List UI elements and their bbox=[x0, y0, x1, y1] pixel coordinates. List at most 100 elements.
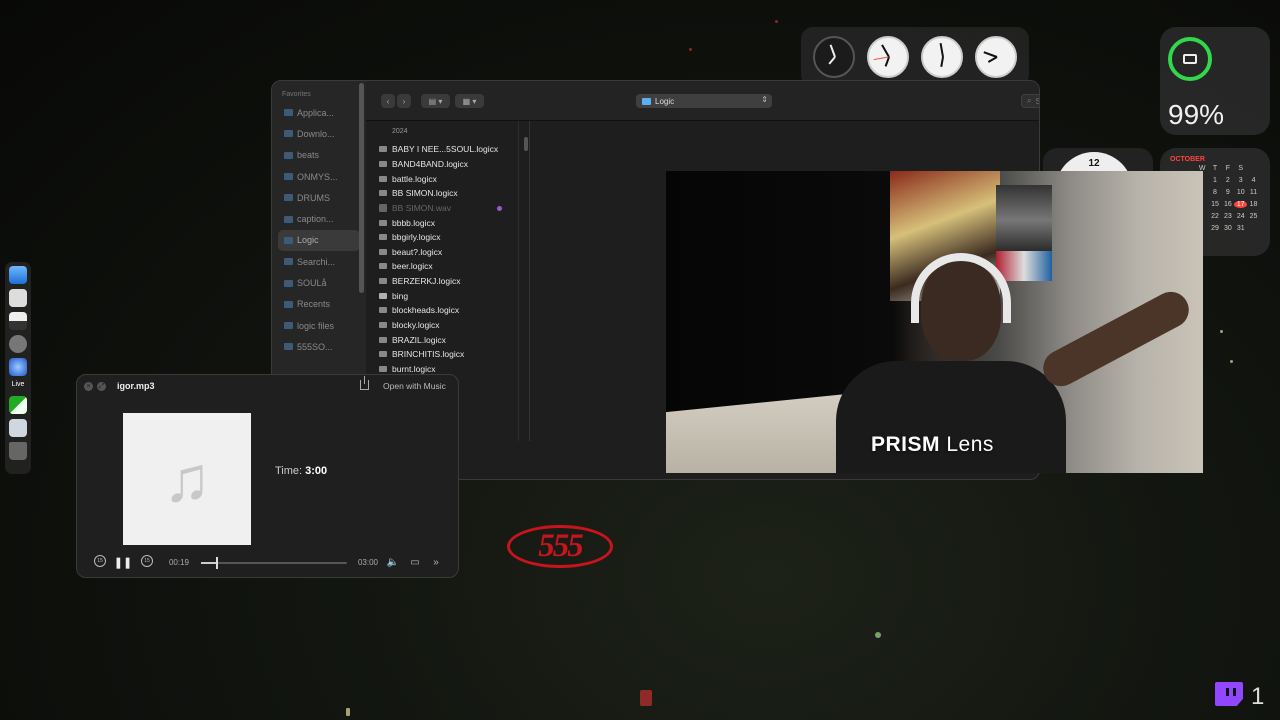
clock-face bbox=[975, 36, 1017, 78]
sidebar-item[interactable]: SOULå bbox=[278, 272, 360, 293]
folder-icon bbox=[284, 151, 293, 159]
file-row[interactable]: beer.logicx bbox=[366, 259, 529, 274]
sidebar-item[interactable]: Logic bbox=[278, 229, 360, 252]
calendar-day: 9 bbox=[1225, 189, 1230, 196]
finder-icon[interactable] bbox=[9, 266, 27, 284]
trash-icon[interactable] bbox=[9, 442, 27, 460]
calendar-day: 24 bbox=[1236, 213, 1245, 220]
audio-file-icon bbox=[379, 203, 387, 212]
pause-icon[interactable]: ❚❚ bbox=[114, 555, 132, 569]
skip-back-15-icon[interactable]: 15 bbox=[94, 555, 106, 567]
airplay-icon[interactable]: ▭ bbox=[408, 555, 422, 569]
view-mode-button[interactable]: ▤ ▾ bbox=[421, 94, 450, 108]
city-light bbox=[775, 20, 778, 23]
folder-icon bbox=[284, 173, 293, 181]
brand-logo-555: 555 bbox=[507, 525, 613, 568]
forward-button[interactable]: › bbox=[397, 94, 411, 108]
path-popup[interactable]: Logic ⇕ bbox=[636, 94, 772, 108]
calendar-month: OCTOBER bbox=[1170, 156, 1205, 163]
calendar-weekday: T bbox=[1212, 165, 1218, 172]
file-row[interactable]: bbgirly.logicx bbox=[366, 230, 529, 245]
folder-icon bbox=[284, 343, 293, 351]
back-button[interactable]: ‹ bbox=[381, 94, 395, 108]
battery-widget[interactable]: 99% bbox=[1160, 27, 1270, 135]
file-row[interactable]: beaut?.logicx bbox=[366, 244, 529, 259]
clock-face bbox=[867, 36, 909, 78]
scrubber[interactable] bbox=[201, 557, 347, 569]
file-row[interactable]: bbbb.logicx bbox=[366, 215, 529, 230]
file-row[interactable]: blocky.logicx bbox=[366, 318, 529, 333]
file-row[interactable]: BB SIMON.wav bbox=[366, 201, 529, 216]
close-icon[interactable]: × bbox=[84, 382, 93, 391]
file-row[interactable]: BERZERKJ.logicx bbox=[366, 274, 529, 289]
city-light bbox=[1230, 360, 1233, 363]
calendar-weekday bbox=[1247, 165, 1260, 172]
skip-forward-15-icon[interactable]: 15 bbox=[141, 555, 153, 567]
sidebar-item-label: Applica... bbox=[297, 107, 335, 118]
file-row[interactable]: bing bbox=[366, 288, 529, 303]
sidebar-item[interactable]: ONMYS... bbox=[278, 166, 360, 187]
scrubber-knob[interactable] bbox=[216, 557, 219, 569]
calendar-day: 8 bbox=[1213, 189, 1217, 196]
dock: Live bbox=[5, 262, 31, 474]
file-row[interactable]: BABY I NEE...5SOUL.logicx bbox=[366, 142, 529, 157]
browser-icon[interactable] bbox=[9, 358, 27, 376]
folder-icon bbox=[284, 194, 293, 202]
volume-icon[interactable]: 🔈 bbox=[386, 555, 400, 569]
sidebar-item[interactable]: Recents bbox=[278, 294, 360, 315]
sidebar-item-label: Searchi... bbox=[297, 256, 336, 267]
group-button[interactable]: ▦ ▾ bbox=[455, 94, 484, 108]
fullscreen-icon[interactable]: ⤢ bbox=[97, 382, 106, 391]
file-row[interactable]: blockheads.logicx bbox=[366, 303, 529, 318]
screenshot-icon[interactable] bbox=[9, 419, 27, 437]
sidebar-item[interactable]: Applica... bbox=[278, 102, 360, 123]
file-row[interactable]: BAND4BAND.logicx bbox=[366, 157, 529, 172]
world-clocks-widget[interactable] bbox=[801, 27, 1029, 87]
sidebar-item[interactable]: Downlo... bbox=[278, 123, 360, 144]
folder-icon bbox=[379, 292, 387, 299]
sidebar-scrollbar[interactable] bbox=[359, 83, 364, 293]
webcam-label: PRISM Lens bbox=[871, 433, 994, 457]
share-icon[interactable] bbox=[360, 376, 369, 390]
city-light bbox=[1220, 330, 1223, 333]
sidebar-item-label: Downlo... bbox=[297, 128, 335, 139]
more-chevron-icon[interactable]: » bbox=[429, 555, 443, 569]
file-name: bbbb.logicx bbox=[392, 217, 436, 228]
scrubber-fill bbox=[201, 562, 217, 564]
calendar-day: 18 bbox=[1249, 201, 1258, 208]
sidebar-item[interactable]: Searchi... bbox=[278, 251, 360, 272]
logic-project-icon bbox=[379, 322, 387, 328]
sidebar-item-label: ONMYS... bbox=[297, 171, 338, 182]
scroll-track bbox=[518, 121, 519, 441]
logic-project-icon bbox=[379, 175, 387, 182]
settings-icon[interactable] bbox=[9, 335, 27, 353]
live-label[interactable]: Live bbox=[12, 381, 25, 391]
file-row[interactable]: BRAZIL.logicx bbox=[366, 332, 529, 347]
file-row[interactable]: BRINCHITIS.logicx bbox=[366, 347, 529, 362]
sidebar-item[interactable]: logic files bbox=[278, 315, 360, 336]
file-name: blockheads.logicx bbox=[392, 305, 460, 316]
sidebar-item[interactable]: beats bbox=[278, 145, 360, 166]
file-list-scrollbar[interactable] bbox=[524, 137, 528, 151]
calculator-icon[interactable] bbox=[9, 289, 27, 307]
calendar-day: 1 bbox=[1213, 177, 1217, 184]
logic-project-icon bbox=[379, 351, 387, 358]
sidebar-item[interactable]: 555SO... bbox=[278, 336, 360, 357]
search-input[interactable] bbox=[1035, 96, 1039, 106]
piano-icon[interactable] bbox=[9, 312, 27, 330]
wall-poster bbox=[996, 251, 1052, 281]
logic-project-icon bbox=[379, 234, 387, 241]
person-arm bbox=[1036, 285, 1196, 393]
file-row[interactable]: battle.logicx bbox=[366, 171, 529, 186]
editor-icon[interactable] bbox=[9, 396, 27, 414]
file-row[interactable]: BB SIMON.logicx bbox=[366, 186, 529, 201]
sidebar-item[interactable]: caption... bbox=[278, 208, 360, 229]
sidebar-item-label: logic files bbox=[297, 320, 335, 331]
file-name: bing bbox=[392, 290, 409, 301]
sidebar-item[interactable]: DRUMS bbox=[278, 187, 360, 208]
city-light bbox=[346, 708, 350, 716]
search-field[interactable]: ⌕ bbox=[1021, 94, 1039, 108]
file-name: blocky.logicx bbox=[392, 320, 440, 330]
logic-project-icon bbox=[379, 307, 387, 314]
open-with-music-button[interactable]: Open with Music bbox=[383, 381, 446, 391]
